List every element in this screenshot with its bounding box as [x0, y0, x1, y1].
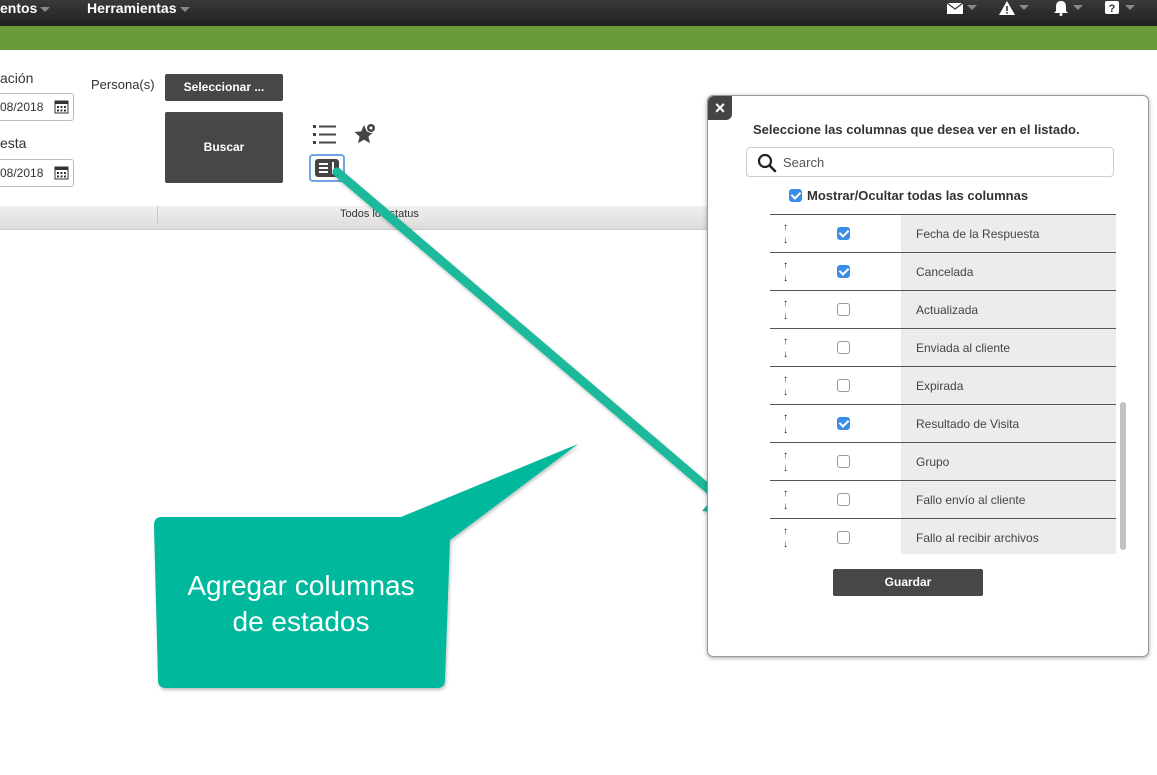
reorder-arrows-icon[interactable]: ↑ ↓ — [783, 449, 788, 475]
column-row: ↑ ↓ Enviada al cliente — [770, 329, 1116, 367]
column-row: ↑ ↓ Fallo envío al cliente — [770, 481, 1116, 519]
column-row: ↑ ↓ Actualizada — [770, 291, 1116, 329]
column-checkbox[interactable] — [837, 493, 850, 506]
column-name-cell: Expirada — [901, 367, 1116, 404]
reorder-arrows-icon[interactable]: ↑ ↓ — [783, 525, 788, 551]
column-name-cell: Resultado de Visita — [901, 405, 1116, 442]
reorder-arrows-icon[interactable]: ↑ ↓ — [783, 335, 788, 361]
column-name: Fallo envío al cliente — [916, 493, 1026, 507]
column-list: ↑ ↓ Fecha de la Respuesta ↑ ↓ Cancelada ↑ ↓ Actu… — [770, 214, 1116, 554]
column-name: Enviada al cliente — [916, 341, 1011, 355]
toggle-all-label: Mostrar/Ocultar todas las columnas — [807, 188, 1029, 203]
toggle-all-columns[interactable]: Mostrar/Ocultar todas las columnas — [789, 188, 1028, 203]
column-name-cell: Grupo — [901, 443, 1116, 480]
column-name-cell: Enviada al cliente — [901, 329, 1116, 366]
search-input[interactable] — [781, 152, 1101, 172]
toggle-all-checkbox[interactable] — [789, 189, 802, 203]
column-name: Fecha de la Respuesta — [916, 227, 1040, 241]
reorder-arrows-icon[interactable]: ↑ ↓ — [783, 373, 788, 399]
reorder-arrows-icon[interactable]: ↑ ↓ — [783, 221, 788, 247]
close-icon[interactable]: × — [708, 96, 732, 120]
reorder-arrows-icon[interactable]: ↑ ↓ — [783, 259, 788, 285]
modal-title: Seleccione las columnas que desea ver en… — [753, 122, 1080, 137]
column-name: Cancelada — [916, 265, 974, 279]
column-row: ↑ ↓ Cancelada — [770, 253, 1116, 291]
column-search-field[interactable] — [746, 147, 1114, 177]
column-checkbox[interactable] — [837, 303, 850, 316]
column-name-cell: Actualizada — [901, 291, 1116, 328]
column-checkbox[interactable] — [837, 341, 850, 354]
column-name: Expirada — [916, 379, 964, 393]
column-row: ↑ ↓ Expirada — [770, 367, 1116, 405]
column-checkbox[interactable] — [837, 455, 850, 468]
column-name: Grupo — [916, 455, 950, 469]
callout-arrow-line — [332, 167, 723, 502]
column-checkbox[interactable] — [837, 265, 850, 278]
reorder-arrows-icon[interactable]: ↑ ↓ — [783, 297, 788, 323]
reorder-arrows-icon[interactable]: ↑ ↓ — [783, 487, 788, 513]
column-checkbox[interactable] — [837, 417, 850, 430]
scrollbar-thumb[interactable] — [1120, 402, 1126, 550]
column-name: Actualizada — [916, 303, 979, 317]
column-name: Resultado de Visita — [916, 417, 1020, 431]
callout-bubble — [154, 444, 578, 688]
column-name: Fallo al recibir archivos — [916, 531, 1039, 545]
column-name-cell: Fallo al recibir archivos — [901, 519, 1116, 554]
column-checkbox[interactable] — [837, 379, 850, 392]
search-icon — [757, 153, 777, 173]
save-button[interactable]: Guardar — [833, 569, 983, 596]
column-name-cell: Fallo envío al cliente — [901, 481, 1116, 518]
column-row: ↑ ↓ Fallo al recibir archivos — [770, 519, 1116, 554]
column-row: ↑ ↓ Resultado de Visita — [770, 405, 1116, 443]
column-list-scrollbar[interactable] — [1120, 214, 1126, 552]
column-name-cell: Cancelada — [901, 253, 1116, 290]
columns-modal: × Seleccione las columnas que desea ver … — [707, 95, 1149, 657]
reorder-arrows-icon[interactable]: ↑ ↓ — [783, 411, 788, 437]
column-checkbox[interactable] — [837, 227, 850, 240]
callout-text: Agregar columnas de estados — [187, 570, 415, 637]
column-row: ↑ ↓ Fecha de la Respuesta — [770, 215, 1116, 253]
column-row: ↑ ↓ Grupo — [770, 443, 1116, 481]
column-name-cell: Fecha de la Respuesta — [901, 215, 1116, 252]
column-checkbox[interactable] — [837, 531, 850, 544]
